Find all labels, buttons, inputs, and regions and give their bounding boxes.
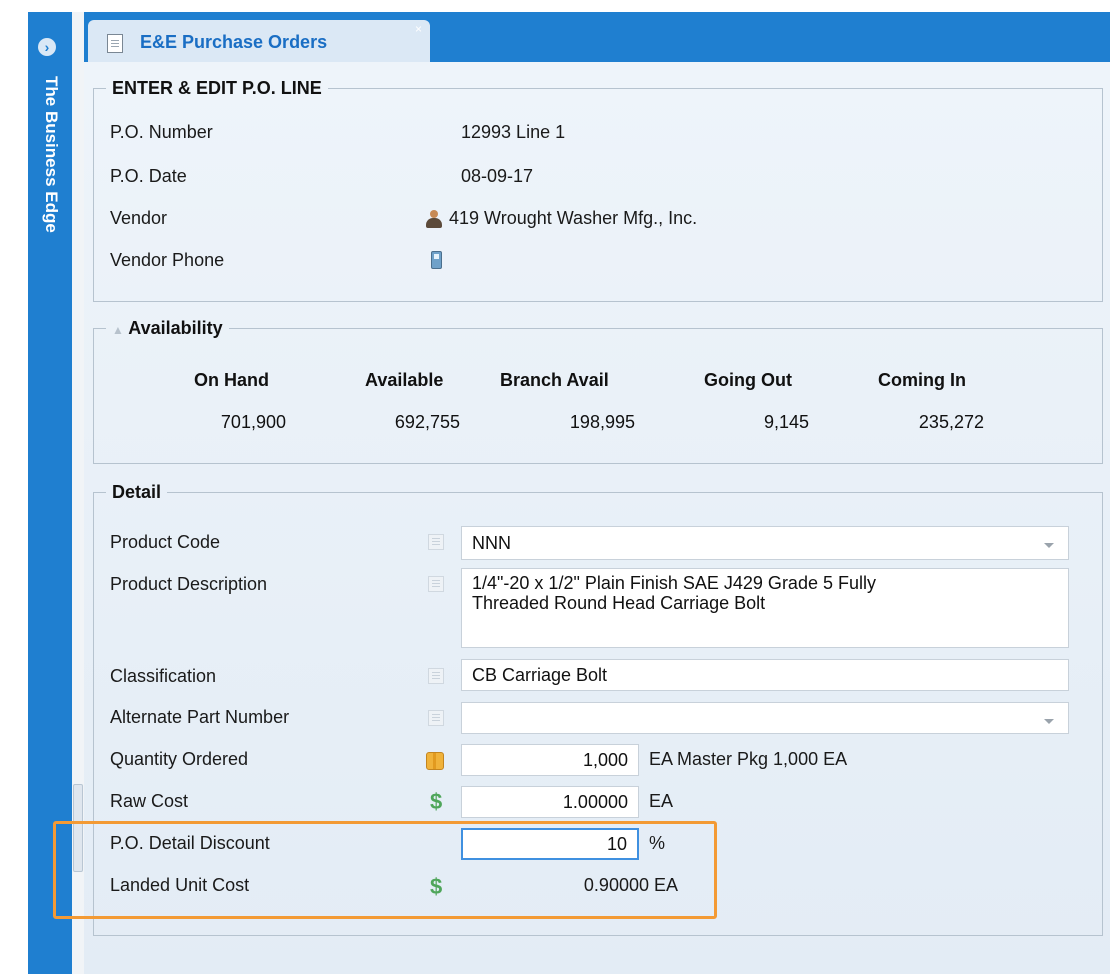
dollar-icon[interactable]: $ bbox=[430, 791, 442, 813]
on-hand-header: On Hand bbox=[194, 370, 269, 390]
person-icon[interactable] bbox=[426, 210, 442, 228]
chevron-down-icon[interactable] bbox=[1044, 719, 1054, 724]
product-description-line1: 1/4"-20 x 1/2" Plain Finish SAE J429 Gra… bbox=[472, 573, 876, 593]
product-code-select[interactable]: NNN bbox=[461, 526, 1069, 560]
highlight-box bbox=[53, 821, 717, 919]
tab-title: E&E Purchase Orders bbox=[140, 32, 328, 52]
list-icon[interactable] bbox=[428, 534, 444, 550]
availability-title: Availability bbox=[128, 318, 223, 338]
alternate-part-number-label: Alternate Part Number bbox=[110, 707, 290, 727]
available-value: 692,755 bbox=[394, 412, 460, 432]
coming-in-value: 235,272 bbox=[918, 412, 984, 432]
box-icon[interactable] bbox=[426, 752, 444, 770]
branch-avail-value: 198,995 bbox=[569, 412, 635, 432]
product-description-line2: Threaded Round Head Carriage Bolt bbox=[472, 593, 766, 613]
list-icon[interactable] bbox=[428, 710, 444, 726]
expand-arrow-icon[interactable]: › bbox=[38, 38, 56, 56]
availability-legend[interactable]: ▲ Availability bbox=[106, 318, 229, 339]
going-out-value: 9,145 bbox=[763, 412, 809, 432]
alternate-part-number-select[interactable] bbox=[461, 702, 1069, 734]
detail-legend: Detail bbox=[112, 482, 162, 502]
tab-strip: E&E Purchase Orders × bbox=[84, 12, 1110, 62]
quantity-ordered-label: Quantity Ordered bbox=[110, 749, 249, 769]
po-date-label: P.O. Date bbox=[110, 166, 187, 186]
chevron-down-icon[interactable] bbox=[1044, 543, 1054, 548]
vendor-phone-label: Vendor Phone bbox=[110, 250, 225, 270]
raw-cost-label: Raw Cost bbox=[110, 791, 189, 811]
close-icon[interactable]: × bbox=[415, 22, 422, 36]
quantity-unit: EA Master Pkg 1,000 EA bbox=[649, 749, 848, 769]
classification-value: CB Carriage Bolt bbox=[472, 665, 608, 685]
classification-field[interactable]: CB Carriage Bolt bbox=[461, 659, 1069, 691]
tab-purchase-orders[interactable]: E&E Purchase Orders × bbox=[88, 20, 430, 62]
po-number-value: 12993 Line 1 bbox=[461, 122, 566, 142]
classification-label: Classification bbox=[110, 666, 217, 686]
quantity-ordered-value: 1,000 bbox=[582, 750, 628, 770]
raw-cost-value: 1.00000 bbox=[562, 792, 628, 812]
product-code-value: NNN bbox=[472, 533, 511, 553]
quantity-ordered-field[interactable]: 1,000 bbox=[461, 744, 639, 776]
vendor-label: Vendor bbox=[110, 208, 168, 228]
raw-cost-unit: EA bbox=[649, 791, 674, 811]
list-icon[interactable] bbox=[428, 668, 444, 684]
available-header: Available bbox=[365, 370, 444, 390]
list-icon[interactable] bbox=[428, 576, 444, 592]
document-icon bbox=[107, 34, 123, 53]
po-line-group: ENTER & EDIT P.O. LINE bbox=[93, 78, 1103, 302]
po-date-value: 08-09-17 bbox=[461, 166, 534, 186]
product-description-label: Product Description bbox=[110, 574, 268, 594]
po-line-legend: ENTER & EDIT P.O. LINE bbox=[112, 78, 322, 98]
po-number-label: P.O. Number bbox=[110, 122, 213, 142]
product-code-label: Product Code bbox=[110, 532, 221, 552]
app-brand: The Business Edge bbox=[42, 76, 61, 233]
on-hand-value: 701,900 bbox=[220, 412, 286, 432]
availability-group: ▲ Availability bbox=[93, 318, 1103, 464]
vendor-value: 419 Wrought Washer Mfg., Inc. bbox=[449, 208, 698, 228]
product-description-textarea[interactable]: 1/4"-20 x 1/2" Plain Finish SAE J429 Gra… bbox=[461, 568, 1069, 648]
phone-icon[interactable] bbox=[431, 251, 442, 269]
branch-avail-header: Branch Avail bbox=[500, 370, 609, 390]
going-out-header: Going Out bbox=[704, 370, 792, 390]
raw-cost-field[interactable]: 1.00000 bbox=[461, 786, 639, 818]
collapse-triangle-icon[interactable]: ▲ bbox=[112, 323, 124, 337]
coming-in-header: Coming In bbox=[878, 370, 966, 390]
